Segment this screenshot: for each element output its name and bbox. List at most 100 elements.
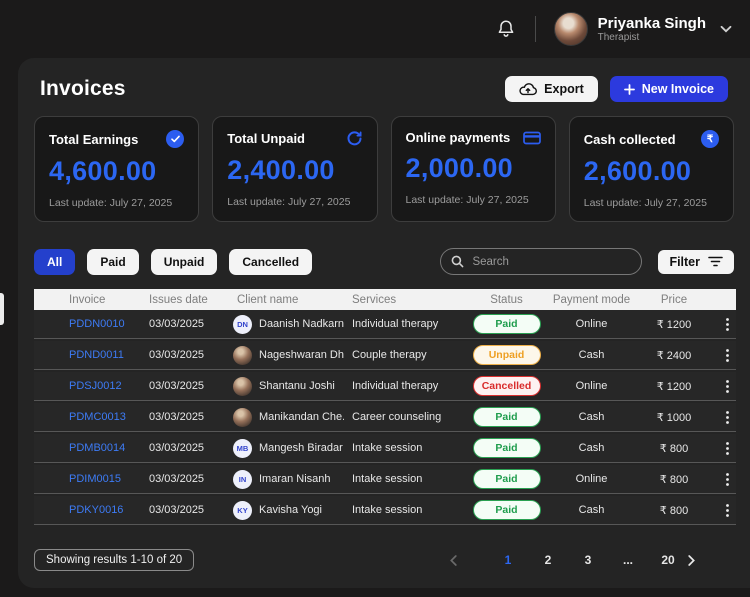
prev-page-button[interactable] — [450, 554, 488, 566]
client-name: Daanish Nadkarni — [259, 318, 344, 330]
user-meta: Priyanka Singh Therapist — [598, 15, 706, 44]
row-menu-button[interactable] — [714, 441, 740, 455]
price: ₹ 1200 — [656, 380, 692, 393]
tab-cancelled[interactable]: Cancelled — [229, 248, 313, 275]
export-button[interactable]: Export — [505, 76, 598, 102]
status-badge: Paid — [472, 407, 541, 427]
user-menu-button[interactable] — [720, 25, 732, 33]
client-avatar: MB — [233, 438, 252, 458]
stat-value: 2,000.00 — [405, 153, 513, 183]
top-bar: Priyanka Singh Therapist — [0, 0, 750, 58]
status-badge: Paid — [472, 500, 541, 520]
client-name: Manikandan Che... — [259, 411, 344, 423]
table-row: PDMB0014 03/03/2025 MB Mangesh Biradar I… — [34, 434, 736, 463]
row-menu-button[interactable] — [714, 379, 740, 393]
kebab-icon — [725, 348, 729, 362]
stat-label: Total Unpaid — [227, 131, 306, 146]
col-services: Services — [352, 293, 397, 306]
invoices-panel: Invoices Export New Invoice Total Earnin… — [18, 58, 750, 588]
client-avatar: IN — [233, 469, 252, 489]
stat-last-update: Last update: July 27, 2025 — [227, 196, 351, 208]
row-menu-button[interactable] — [714, 348, 740, 362]
invoice-link[interactable]: PDND0011 — [34, 349, 139, 361]
search-box[interactable] — [440, 248, 643, 275]
row-menu-button[interactable] — [714, 503, 740, 517]
header-actions: Export New Invoice — [505, 76, 728, 102]
page-button-3[interactable]: 3 — [568, 553, 608, 567]
service: Intake session — [352, 504, 423, 516]
issue-date: 03/03/2025 — [149, 411, 205, 423]
price: ₹ 2400 — [656, 349, 692, 362]
table-row: PDKY0016 03/03/2025 KY Kavisha Yogi Inta… — [34, 496, 736, 525]
filter-lines-icon — [708, 256, 723, 267]
bell-icon — [497, 19, 515, 39]
search-input[interactable] — [472, 255, 632, 268]
stat-value: 4,600.00 — [49, 156, 157, 186]
invoice-link[interactable]: PDSJ0012 — [34, 380, 139, 392]
next-page-button[interactable] — [688, 554, 726, 566]
client-avatar: KY — [233, 500, 252, 520]
kebab-icon — [725, 410, 729, 424]
client-cell: Manikandan Che... — [219, 407, 344, 427]
filter-button[interactable]: Filter — [658, 249, 734, 274]
user-name: Priyanka Singh — [597, 14, 706, 32]
client-cell: Shantanu Joshi — [219, 376, 344, 396]
chevron-right-icon — [688, 554, 726, 566]
user-avatar[interactable] — [553, 12, 588, 46]
issue-date: 03/03/2025 — [149, 318, 205, 330]
client-name: Shantanu Joshi — [259, 380, 335, 392]
payment-mode: Cash — [578, 442, 605, 454]
client-cell: DN Daanish Nadkarni — [219, 314, 344, 334]
page-button-20[interactable]: 20 — [648, 553, 688, 567]
payment-mode: Online — [575, 380, 608, 392]
issue-date: 03/03/2025 — [149, 473, 205, 485]
pagination: 1 2 3 ... 20 — [450, 553, 726, 567]
col-price: Price — [660, 293, 688, 306]
topbar-divider — [534, 16, 536, 42]
stat-card-online-payments: Online payments 2,000.00 Last update: Ju… — [390, 116, 556, 222]
tab-unpaid[interactable]: Unpaid — [150, 248, 218, 275]
kebab-icon — [725, 317, 729, 331]
client-name: Kavisha Yogi — [259, 504, 322, 516]
row-menu-button[interactable] — [714, 410, 740, 424]
cloud-export-icon — [519, 82, 538, 96]
issue-date: 03/03/2025 — [149, 504, 205, 516]
check-circle-icon — [166, 130, 185, 148]
invoice-link[interactable]: PDMC0013 — [34, 411, 139, 423]
col-payment-mode: Payment mode — [552, 293, 631, 306]
payment-mode: Cash — [578, 411, 605, 423]
service: Couple therapy — [352, 349, 427, 361]
page-button-1[interactable]: 1 — [488, 553, 528, 567]
stat-card-total-unpaid: Total Unpaid 2,400.00 Last update: July … — [212, 116, 378, 222]
client-cell: MB Mangesh Biradar — [219, 438, 344, 458]
stat-last-update: Last update: July 27, 2025 — [405, 194, 529, 206]
service: Intake session — [352, 473, 423, 485]
page-button-2[interactable]: 2 — [528, 553, 568, 567]
tab-paid[interactable]: Paid — [87, 248, 139, 275]
price: ₹ 800 — [659, 473, 689, 486]
stat-last-update: Last update: July 27, 2025 — [583, 197, 707, 209]
invoice-link[interactable]: PDKY0016 — [34, 504, 139, 516]
invoice-link[interactable]: PDDN0010 — [34, 318, 139, 330]
stat-value: 2,400.00 — [227, 155, 335, 185]
kebab-icon — [725, 503, 729, 517]
status-badge: Cancelled — [472, 376, 541, 396]
invoice-link[interactable]: PDMB0014 — [34, 442, 139, 454]
payment-mode: Online — [575, 473, 608, 485]
table-row: PDDN0010 03/03/2025 DN Daanish Nadkarni … — [34, 310, 736, 339]
page-ellipsis[interactable]: ... — [608, 553, 648, 567]
row-menu-button[interactable] — [714, 472, 740, 486]
invoice-link[interactable]: PDIM0015 — [34, 473, 139, 485]
notifications-button[interactable] — [497, 19, 515, 39]
issue-date: 03/03/2025 — [149, 380, 205, 392]
table-row: PDMC0013 03/03/2025 Manikandan Che... Ca… — [34, 403, 736, 432]
service: Intake session — [352, 442, 423, 454]
tab-all[interactable]: All — [34, 248, 76, 275]
left-edge-scroll-indicator[interactable] — [0, 293, 4, 325]
price: ₹ 800 — [659, 504, 689, 517]
panel-header: Invoices Export New Invoice — [32, 72, 736, 104]
new-invoice-button[interactable]: New Invoice — [609, 76, 728, 102]
row-menu-button[interactable] — [714, 317, 740, 331]
service: Individual therapy — [352, 318, 439, 330]
status-badge: Paid — [472, 438, 541, 458]
